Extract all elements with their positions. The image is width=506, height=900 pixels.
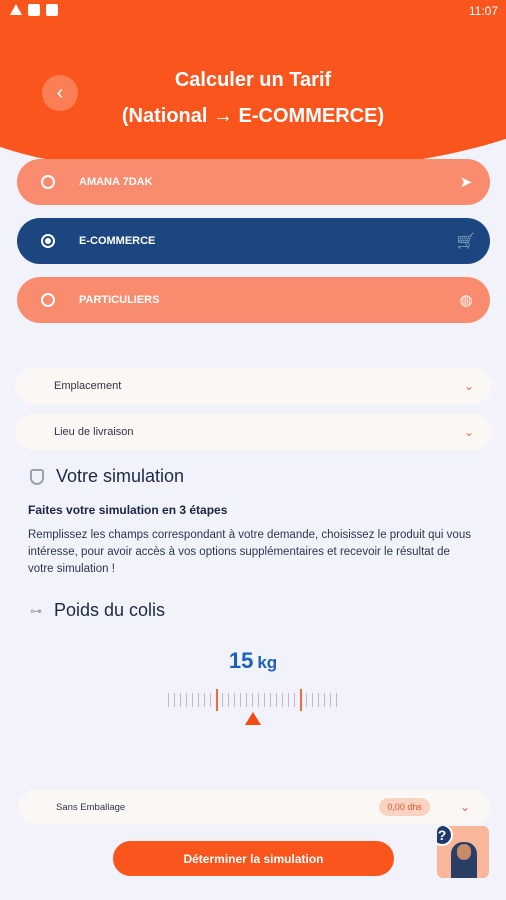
ruler-tick bbox=[204, 693, 205, 707]
ruler-tick bbox=[258, 693, 259, 707]
packaging-label: Sans Emballage bbox=[56, 801, 126, 813]
option-label: E-COMMERCE bbox=[79, 235, 156, 247]
ruler-tick bbox=[198, 693, 199, 707]
warning-icon bbox=[10, 4, 22, 15]
ruler-tick bbox=[228, 693, 229, 707]
simulation-description: Remplissez les champs correspondant à vo… bbox=[28, 529, 471, 575]
weight-header: ⊶ Poids du colis bbox=[30, 600, 165, 621]
app-notification-icon bbox=[46, 4, 58, 16]
ruler-tick bbox=[294, 693, 295, 707]
radio-e-commerce[interactable] bbox=[41, 234, 55, 248]
ruler-tick bbox=[174, 693, 175, 707]
weight-ruler-slider[interactable] bbox=[168, 689, 343, 713]
ruler-tick bbox=[186, 693, 187, 707]
ruler-tick bbox=[276, 693, 277, 707]
back-button[interactable]: ‹ bbox=[42, 75, 78, 111]
option-e-commerce[interactable]: E-COMMERCE 🛒 bbox=[17, 218, 490, 264]
title-line-1: Calculer un Tarif bbox=[174, 69, 332, 91]
ruler-tick bbox=[192, 693, 193, 707]
ruler-tick bbox=[312, 693, 313, 707]
simulation-header: Votre simulation bbox=[30, 466, 184, 487]
simulation-subtitle: Faites votre simulation en 3 étapes bbox=[28, 503, 228, 517]
option-amana-7dak[interactable]: AMANA 7DAK ➤ bbox=[17, 159, 490, 205]
emplacement-label: Emplacement bbox=[54, 380, 122, 392]
ruler-tick bbox=[330, 693, 331, 707]
page-title: Calculer un Tarif (National → E-COMMERCE… bbox=[100, 62, 406, 134]
radio-particuliers[interactable] bbox=[41, 293, 55, 307]
send-icon: ➤ bbox=[459, 174, 473, 191]
ruler-tick bbox=[288, 693, 289, 707]
ruler-tick bbox=[216, 689, 218, 711]
ruler-tick bbox=[252, 693, 253, 707]
lieu-livraison-select[interactable]: Lieu de livraison ⌄ bbox=[15, 414, 492, 450]
option-label: PARTICULIERS bbox=[79, 294, 160, 306]
chevron-down-icon: ⌄ bbox=[459, 800, 470, 814]
weight-value: 15 kg bbox=[0, 648, 506, 674]
ruler-pointer-icon bbox=[245, 712, 261, 725]
option-particuliers[interactable]: PARTICULIERS ◍ bbox=[17, 277, 490, 323]
assistant-face bbox=[457, 844, 471, 860]
option-label: AMANA 7DAK bbox=[79, 176, 153, 188]
ruler-tick bbox=[318, 693, 319, 707]
ruler-tick bbox=[234, 693, 235, 707]
ruler-tick bbox=[246, 693, 247, 707]
weight-unit: kg bbox=[257, 653, 278, 672]
weight-number: 15 bbox=[228, 648, 254, 673]
question-icon: ? bbox=[437, 826, 453, 846]
packaging-select[interactable]: Sans Emballage 0,00 dhs ⌄ bbox=[18, 790, 490, 824]
simulation-title: Votre simulation bbox=[56, 466, 185, 486]
ruler-tick bbox=[336, 693, 337, 707]
ruler-tick bbox=[240, 693, 241, 707]
ruler-tick bbox=[210, 693, 211, 707]
emplacement-select[interactable]: Emplacement ⌄ bbox=[15, 368, 492, 404]
cart-icon: 🛒 bbox=[456, 233, 476, 250]
ruler-tick bbox=[300, 689, 302, 711]
chevron-down-icon: ⌄ bbox=[463, 379, 474, 393]
image-notification-icon bbox=[28, 4, 40, 16]
weight-title: Poids du colis bbox=[54, 600, 166, 620]
determine-simulation-button[interactable]: Déterminer la simulation bbox=[113, 841, 394, 876]
ruler-tick bbox=[324, 693, 325, 707]
ruler-tick bbox=[270, 693, 271, 707]
palette-icon: ◍ bbox=[459, 292, 473, 309]
status-bar: 11:07 bbox=[0, 0, 506, 22]
chevron-down-icon: ⌄ bbox=[463, 425, 474, 439]
packaging-price-badge: 0,00 dhs bbox=[379, 798, 430, 816]
chevron-left-icon: ‹ bbox=[56, 81, 64, 104]
shield-icon bbox=[30, 468, 44, 485]
dumbbell-icon: ⊶ bbox=[30, 603, 42, 618]
ruler-tick bbox=[168, 693, 169, 707]
ruler-tick bbox=[282, 693, 283, 707]
status-time: 11:07 bbox=[468, 4, 498, 18]
title-line-2: (National → E-COMMERCE) bbox=[121, 105, 385, 127]
help-assistant-button[interactable]: ? bbox=[437, 826, 489, 878]
ruler-tick bbox=[306, 693, 307, 707]
ruler-tick bbox=[264, 693, 265, 707]
ruler-tick bbox=[222, 693, 223, 707]
ruler-tick bbox=[180, 693, 181, 707]
lieu-livraison-label: Lieu de livraison bbox=[54, 426, 134, 438]
radio-amana[interactable] bbox=[41, 175, 55, 189]
